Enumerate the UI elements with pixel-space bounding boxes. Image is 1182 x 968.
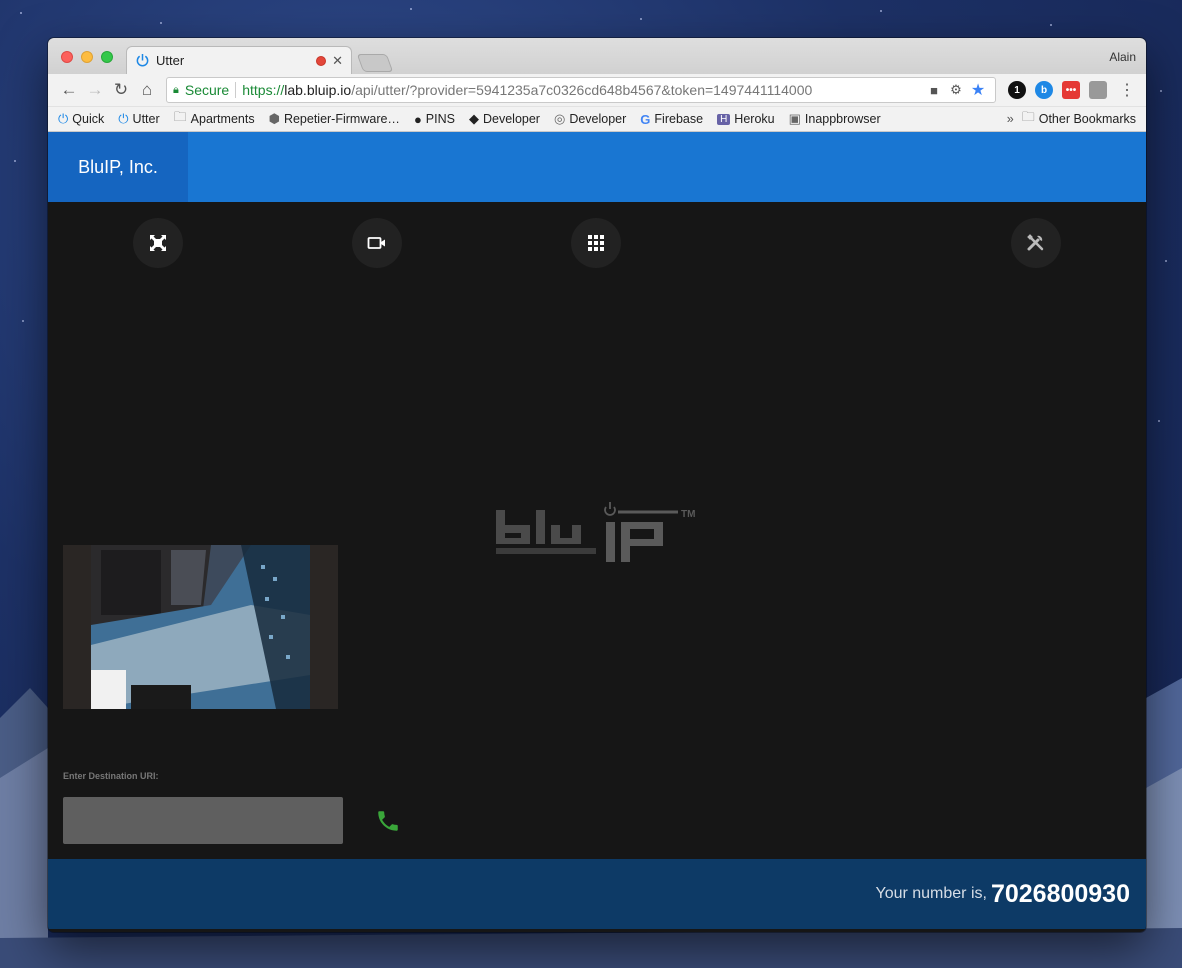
tab-close-icon[interactable]: ✕ [332,53,343,69]
address-bar[interactable]: 🔒︎ Secure https:// lab.bluip.io /api/utt… [166,77,996,103]
dialpad-button[interactable] [571,218,621,268]
brand-title[interactable]: BluIP, Inc. [48,132,188,202]
bookmark-utter[interactable]: ⏻ Utter [118,111,159,127]
divider [235,82,237,98]
paint-roller-icon[interactable]: ⚙ [945,82,967,98]
bookmark-label: Quick [72,112,105,126]
power-icon: ⏻ [118,111,129,126]
tools-icon [1027,234,1044,251]
trademark-label: TM [681,509,695,520]
fullscreen-button[interactable] [133,218,183,268]
bookmark-label: Firebase [654,112,704,126]
github-icon: ● [413,111,422,127]
title-bar: Utter ✕ Alain [48,38,1146,74]
lock-icon: 🔒︎ [173,83,179,96]
power-icon [136,53,149,67]
bookmark-star-icon[interactable]: ★ [967,80,989,100]
reload-button[interactable]: ↻ [108,80,134,100]
fullscreen-icon [150,235,166,251]
bookmark-label: Developer [569,112,627,126]
phone-icon [378,811,398,831]
bookmark-heroku[interactable]: H Heroku [717,112,775,126]
browser-window: Utter ✕ Alain ← → ↻ ⌂ 🔒︎ Secure https://… [48,38,1146,932]
bluip-logo: TM [496,498,706,573]
home-button[interactable]: ⌂ [134,80,160,100]
destination-uri-label: Enter Destination URI: [63,771,159,781]
other-bookmarks[interactable]: 🗀︎ Other Bookmarks [1022,108,1136,130]
local-video-preview [63,545,338,709]
google-icon: G [640,111,651,127]
tab-utter[interactable]: Utter ✕ [126,46,352,74]
your-number-value: 7026800930 [990,879,1130,908]
heroku-icon: H [717,113,731,125]
bookmark-pins[interactable]: ● PINS [414,112,455,127]
other-bookmarks-label: Other Bookmarks [1038,112,1136,126]
bookmarks-bar: ⏻ Quick ⏻ Utter 🗀︎ Apartments ⬢ Repetier-Fir… [48,107,1146,132]
url-path: /api/utter/?provider=5941235a7c0326cd648… [351,82,813,98]
tab-title: Utter [156,53,185,68]
forward-button[interactable]: → [82,80,108,100]
bookmark-inappbrowser[interactable]: ▣ Inappbrowser [789,111,881,127]
browser-toolbar: ← → ↻ ⌂ 🔒︎ Secure https:// lab.bluip.io … [48,74,1146,107]
minimize-window-button[interactable] [81,51,93,63]
folder-icon: 🗀︎ [1021,109,1035,124]
1password-extension-icon[interactable]: 1 [1008,81,1026,99]
power-icon: ⏻ [58,111,69,126]
bookmark-label: Inappbrowser [804,112,881,126]
dialpad-icon [588,235,604,251]
bookmark-label: PINS [425,112,455,126]
bookmark-apartments[interactable]: 🗀︎ Apartments [174,108,255,130]
bookmark-label: Developer [482,112,540,126]
camera-access-icon[interactable]: ■ [923,83,945,98]
gear-icon: ◎ [553,111,566,126]
b-extension-icon[interactable]: b [1035,81,1053,99]
bookmark-label: Repetier-Firmware… [283,112,400,126]
settings-tools-button[interactable] [1011,218,1061,268]
camera-feed-image [91,545,310,709]
destination-uri-input[interactable] [63,797,343,844]
folder-icon: 🗀︎ [173,109,187,124]
menu-kebab-icon[interactable]: ⋮ [1119,80,1135,100]
bookmarks-overflow-button[interactable]: » [1007,112,1014,126]
bookmark-label: Apartments [190,112,255,126]
bookmark-repetier[interactable]: ⬢ Repetier-Firmware… [269,111,400,127]
robot-icon: ▣ [788,111,801,126]
apple-icon: ◆ [468,111,479,126]
app-header: BluIP, Inc. [48,132,1146,202]
video-camera-icon [367,237,385,249]
zoom-window-button[interactable] [101,51,113,63]
new-tab-button[interactable] [356,54,394,72]
back-button[interactable]: ← [56,80,82,100]
lastpass-extension-icon[interactable]: ••• [1062,81,1080,99]
profile-name[interactable]: Alain [1109,50,1136,64]
call-area: TM Enter Destination URI: [48,202,1146,859]
cube-icon: ⬢ [268,111,280,126]
bookmark-developer-gear[interactable]: ◎ Developer [554,111,626,127]
call-button[interactable] [375,808,405,838]
video-toggle-button[interactable] [352,218,402,268]
url-host: lab.bluip.io [284,82,352,98]
bookmark-label: Heroku [734,112,775,126]
security-label: Secure [184,82,230,98]
url-scheme: https:// [242,82,285,98]
bookmark-label: Utter [132,112,160,126]
bookmark-developer-apple[interactable]: ◆ Developer [469,111,540,127]
bookmark-quick[interactable]: ⏻ Quick [58,111,104,127]
close-window-button[interactable] [61,51,73,63]
gray-extension-icon[interactable] [1089,81,1107,99]
recording-indicator-icon [316,55,327,66]
app-footer: Your number is, 7026800930 [48,859,1146,929]
your-number-label: Your number is, [875,885,987,902]
bookmark-firebase[interactable]: G Firebase [640,112,703,127]
